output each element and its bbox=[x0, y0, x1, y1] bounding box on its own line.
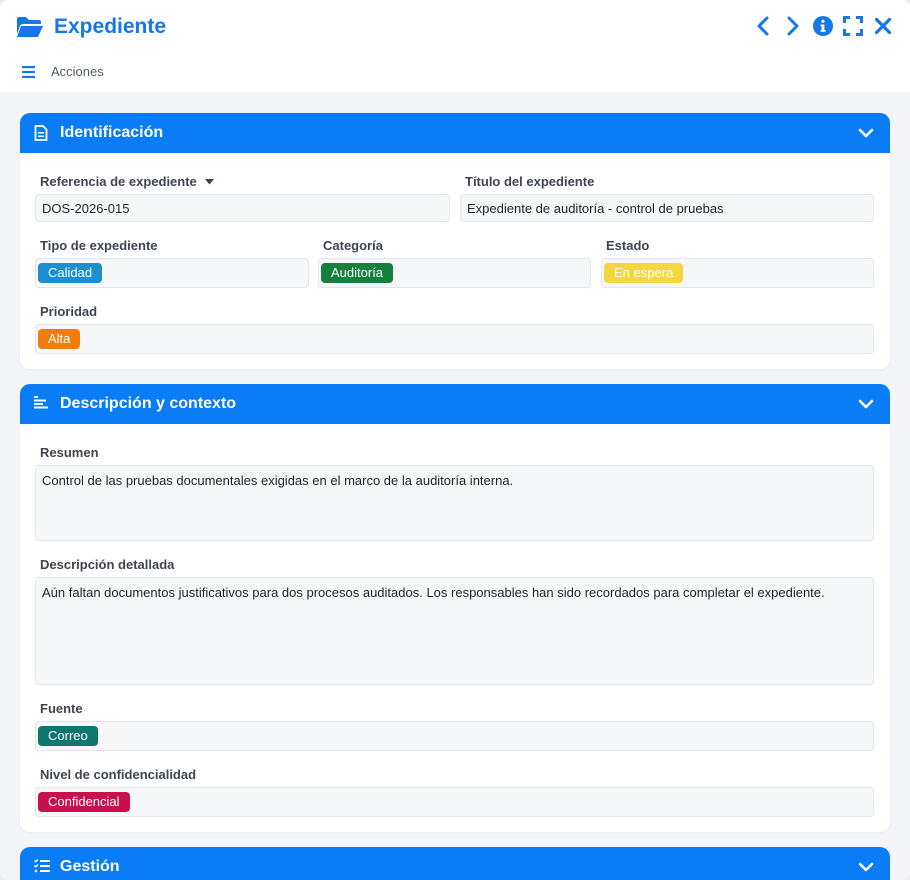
caret-down-icon bbox=[204, 178, 214, 184]
chevron-left-icon bbox=[757, 16, 769, 36]
titulo-label: Título del expediente bbox=[465, 174, 595, 189]
chevron-down-icon bbox=[858, 128, 874, 138]
window-header: Expediente Acciones bbox=[0, 0, 910, 92]
nivel-label: Nivel de confidencialidad bbox=[40, 767, 197, 782]
section-title: Identificación bbox=[60, 124, 164, 141]
fuente-tag: Correo bbox=[38, 726, 98, 746]
actions-menu[interactable]: Acciones bbox=[22, 64, 104, 79]
actions-label: Acciones bbox=[51, 64, 104, 79]
referencia-field[interactable]: DOS-2026-015 bbox=[35, 194, 450, 222]
prioridad-field[interactable]: Alta bbox=[35, 324, 874, 354]
tipo-tag: Calidad bbox=[38, 263, 103, 283]
section-descripcion: Descripción y contexto Resumen Control d… bbox=[20, 384, 890, 832]
section-header-descripcion[interactable]: Descripción y contexto bbox=[20, 384, 890, 424]
close-button[interactable] bbox=[872, 12, 894, 40]
close-icon bbox=[874, 17, 892, 35]
list-check-icon bbox=[34, 859, 50, 875]
document-icon bbox=[34, 125, 50, 141]
tipo-label: Tipo de expediente bbox=[40, 238, 158, 253]
prioridad-tag: Alta bbox=[38, 329, 81, 349]
fullscreen-button[interactable] bbox=[842, 12, 864, 40]
section-gestion: Gestión bbox=[20, 847, 890, 880]
fuente-field[interactable]: Correo bbox=[35, 721, 874, 751]
titulo-field[interactable]: Expediente de auditoría - control de pru… bbox=[460, 194, 874, 222]
section-header-gestion[interactable]: Gestión bbox=[20, 847, 890, 880]
chevron-right-icon bbox=[787, 16, 799, 36]
info-button[interactable] bbox=[812, 12, 834, 40]
info-icon bbox=[813, 16, 833, 36]
chevron-down-icon bbox=[858, 862, 874, 872]
detallada-textarea[interactable]: Aún faltan documentos justificativos par… bbox=[35, 577, 874, 685]
resumen-textarea[interactable]: Control de las pruebas documentales exig… bbox=[35, 465, 874, 541]
fuente-label: Fuente bbox=[40, 701, 83, 716]
estado-field[interactable]: En espera bbox=[601, 258, 874, 288]
estado-tag: En espera bbox=[604, 263, 684, 283]
section-header-identificacion[interactable]: Identificación bbox=[20, 113, 890, 153]
categoria-label: Categoría bbox=[323, 238, 383, 253]
resumen-label: Resumen bbox=[40, 445, 99, 460]
next-button[interactable] bbox=[782, 12, 804, 40]
align-left-icon bbox=[34, 396, 50, 412]
section-title: Descripción y contexto bbox=[60, 395, 237, 412]
prioridad-label: Prioridad bbox=[40, 304, 98, 319]
title-row: Expediente bbox=[16, 10, 166, 44]
referencia-label[interactable]: Referencia de expediente bbox=[40, 174, 214, 189]
categoria-tag: Auditoría bbox=[321, 263, 394, 283]
section-title: Gestión bbox=[60, 858, 120, 875]
estado-label: Estado bbox=[606, 238, 650, 253]
nivel-tag: Confidencial bbox=[38, 792, 130, 812]
previous-button[interactable] bbox=[752, 12, 774, 40]
hamburger-icon bbox=[22, 65, 35, 78]
detallada-label: Descripción detallada bbox=[40, 557, 175, 572]
section-identificacion: Identificación Referencia de expediente … bbox=[20, 113, 890, 369]
fullscreen-icon bbox=[843, 16, 863, 36]
referencia-label-text: Referencia de expediente bbox=[40, 174, 197, 189]
nivel-field[interactable]: Confidencial bbox=[35, 787, 874, 817]
window-controls bbox=[752, 12, 894, 40]
record-window: Expediente Acciones Identificación Refer… bbox=[0, 0, 910, 880]
chevron-down-icon bbox=[858, 399, 874, 409]
tipo-field[interactable]: Calidad bbox=[35, 258, 309, 288]
categoria-field[interactable]: Auditoría bbox=[318, 258, 591, 288]
window-title: Expediente bbox=[54, 15, 167, 38]
open-folder-icon bbox=[16, 16, 44, 38]
